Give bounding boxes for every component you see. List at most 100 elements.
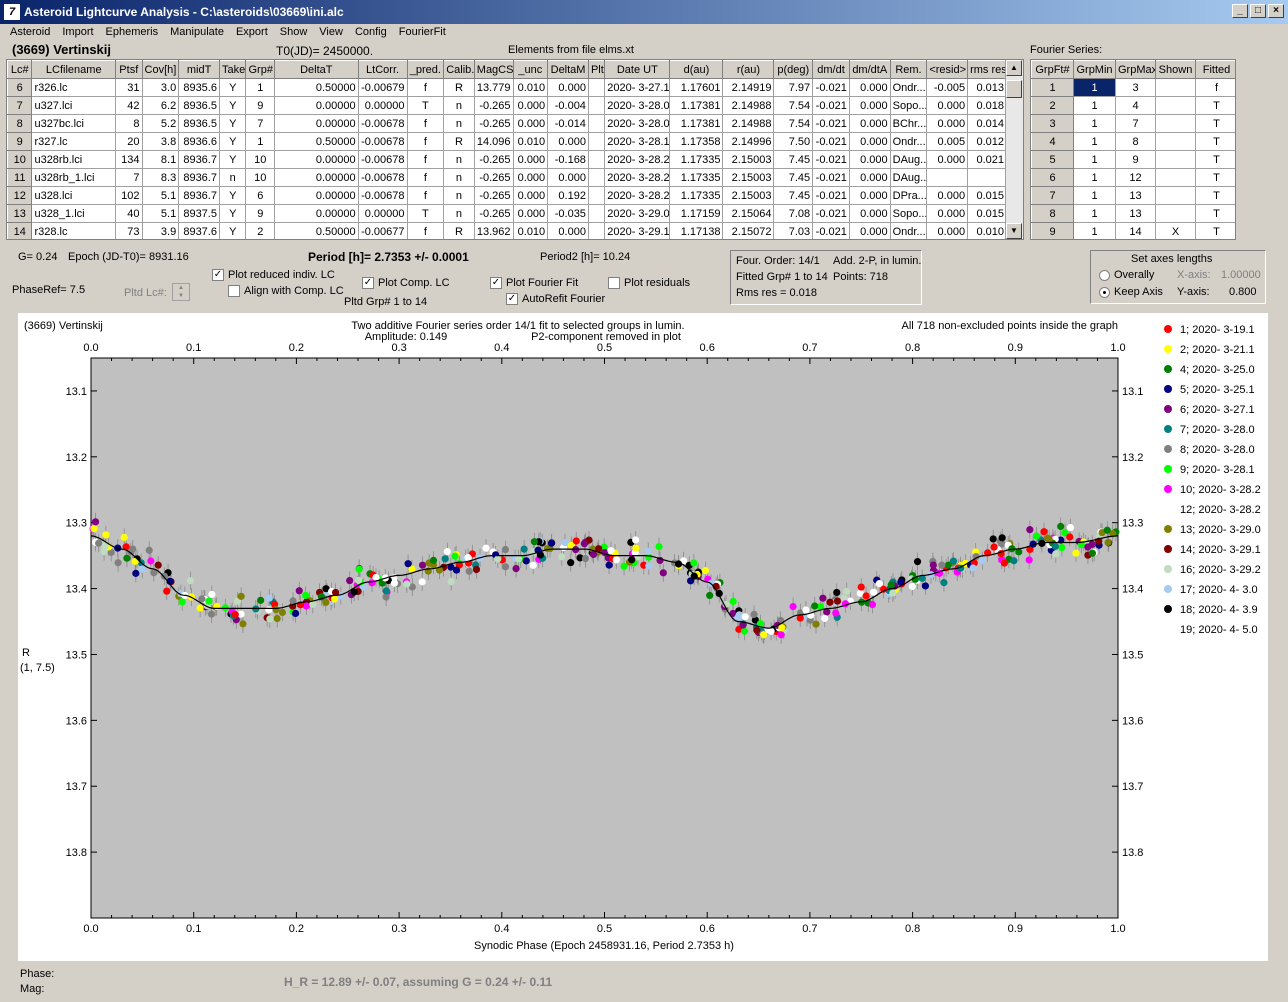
lc-cell[interactable]: -0.168 bbox=[547, 150, 589, 169]
lc-cell[interactable] bbox=[587, 150, 606, 169]
lc-cell[interactable]: 0.010 bbox=[967, 222, 1007, 239]
lc-column-header[interactable]: d(au) bbox=[669, 60, 724, 79]
lc-cell[interactable]: 0.018 bbox=[967, 96, 1007, 115]
lc-table-row[interactable]: 7 u327.lci 42 6.2 8936.5 Y 9 0.00000 0.00000 Tn -0… bbox=[7, 96, 1007, 115]
lc-cell[interactable]: 1.17159 bbox=[669, 204, 724, 223]
lc-table-row[interactable]: 10 u328rb.lci 134 8.1 8936.7 Y 10 0.00000 -0.006… bbox=[7, 150, 1007, 169]
lc-cell[interactable]: 8936.7 bbox=[178, 168, 220, 187]
plot-residuals-checkbox[interactable]: Plot residuals bbox=[608, 277, 690, 290]
lc-cell[interactable]: 10 bbox=[7, 150, 33, 169]
lc-cell[interactable]: 0.000 bbox=[547, 222, 589, 239]
fourier-series-table[interactable]: GrpFt# GrpMin GrpMax Shown Fitted 113f214T31… bbox=[1030, 59, 1236, 240]
lc-cell[interactable]: DAug... bbox=[889, 150, 928, 169]
lc-cell[interactable]: 7.54 bbox=[773, 96, 814, 115]
lc-column-header[interactable]: LCfilename bbox=[31, 60, 117, 79]
lc-cell[interactable]: Y bbox=[218, 150, 247, 169]
close-button[interactable]: × bbox=[1268, 4, 1284, 18]
lc-cell[interactable]: 0.000 bbox=[926, 204, 969, 223]
lc-cell[interactable]: Ondr... bbox=[889, 222, 928, 239]
lc-cell[interactable]: DAug... bbox=[889, 168, 928, 187]
lc-cell[interactable]: 20 bbox=[115, 132, 143, 151]
lc-column-header[interactable]: dm/dt bbox=[812, 60, 850, 79]
menu-view[interactable]: View bbox=[313, 26, 349, 38]
fourier-cell[interactable]: 1 bbox=[1073, 132, 1116, 151]
lc-cell[interactable]: 1 bbox=[245, 78, 276, 97]
lc-cell[interactable]: T bbox=[406, 204, 445, 223]
lc-cell[interactable]: 0.00000 bbox=[274, 168, 359, 187]
pltd-lc-spinner[interactable]: ▲ ▼ bbox=[172, 283, 190, 301]
lc-cell[interactable]: T bbox=[406, 96, 445, 115]
lc-cell[interactable]: Y bbox=[218, 114, 247, 133]
lc-cell[interactable]: n bbox=[443, 186, 475, 205]
lc-cell[interactable]: 2.15072 bbox=[722, 222, 775, 239]
lc-cell[interactable]: 0.00000 bbox=[274, 96, 359, 115]
fourier-cell[interactable]: 1 bbox=[1073, 222, 1116, 239]
menu-config[interactable]: Config bbox=[349, 26, 393, 38]
lc-cell[interactable]: f bbox=[406, 150, 445, 169]
fourier-cell[interactable]: 1 bbox=[1073, 96, 1116, 115]
lc-cell[interactable]: -0.035 bbox=[547, 204, 589, 223]
lc-cell[interactable]: 0.005 bbox=[926, 132, 969, 151]
lc-cell[interactable]: 0.000 bbox=[512, 150, 549, 169]
lc-cell[interactable]: 7.45 bbox=[773, 150, 814, 169]
lc-column-header[interactable]: DeltaT bbox=[274, 60, 359, 79]
lc-cell[interactable]: f bbox=[406, 186, 445, 205]
lc-cell[interactable]: 0.013 bbox=[967, 78, 1007, 97]
fourier-table-row[interactable]: 8 1 13 T bbox=[1031, 204, 1235, 223]
lc-column-header[interactable]: rms res bbox=[967, 60, 1007, 79]
menu-show[interactable]: Show bbox=[274, 26, 314, 38]
fourier-column-header[interactable]: Fitted bbox=[1195, 60, 1235, 79]
lc-cell[interactable]: -0.265 bbox=[473, 204, 514, 223]
lc-cell[interactable]: r327.lc bbox=[31, 132, 117, 151]
lc-column-header[interactable]: Rem. bbox=[889, 60, 928, 79]
fourier-cell[interactable] bbox=[1155, 96, 1196, 115]
lc-cell[interactable]: 3.9 bbox=[141, 222, 180, 239]
lc-cell[interactable] bbox=[587, 114, 606, 133]
fourier-cell[interactable]: 1 bbox=[1073, 78, 1116, 97]
lc-cell[interactable]: 10 bbox=[245, 150, 276, 169]
fourier-cell[interactable]: T bbox=[1195, 204, 1235, 223]
lc-cell[interactable]: 1.17335 bbox=[669, 168, 724, 187]
lc-cell[interactable] bbox=[967, 168, 1007, 187]
minimize-button[interactable]: _ bbox=[1232, 4, 1248, 18]
lc-cell[interactable]: 0.000 bbox=[926, 114, 969, 133]
lc-cell[interactable]: u327.lci bbox=[31, 96, 117, 115]
lc-cell[interactable] bbox=[587, 222, 606, 239]
lc-cell[interactable]: -0.021 bbox=[812, 204, 850, 223]
lc-cell[interactable]: Y bbox=[218, 204, 247, 223]
lc-cell[interactable]: 7.45 bbox=[773, 186, 814, 205]
lc-cell[interactable]: 10 bbox=[245, 168, 276, 187]
menu-asteroid[interactable]: Asteroid bbox=[4, 26, 56, 38]
lc-table-row[interactable]: 9 r327.lc 20 3.8 8936.6 Y 1 0.50000 -0.00678 f R 14… bbox=[7, 132, 1007, 151]
lc-cell[interactable]: BChr... bbox=[889, 114, 928, 133]
fourier-cell[interactable]: T bbox=[1195, 96, 1235, 115]
lc-cell[interactable]: 0.014 bbox=[967, 114, 1007, 133]
lc-cell[interactable]: -0.00679 bbox=[357, 78, 408, 97]
lc-column-header[interactable]: _unc bbox=[512, 60, 549, 79]
fourier-cell[interactable]: 1 bbox=[1073, 186, 1116, 205]
fourier-cell[interactable] bbox=[1155, 168, 1196, 187]
lc-cell[interactable]: 0.000 bbox=[547, 168, 589, 187]
lc-cell[interactable]: 0.00000 bbox=[274, 150, 359, 169]
lc-column-header[interactable]: _pred. bbox=[406, 60, 445, 79]
scroll-up-icon[interactable]: ▲ bbox=[1006, 60, 1022, 76]
lc-cell[interactable]: Y bbox=[218, 222, 247, 239]
lc-cell[interactable]: 2.15003 bbox=[722, 186, 775, 205]
lc-cell[interactable]: 40 bbox=[115, 204, 143, 223]
lc-cell[interactable]: u328rb.lci bbox=[31, 150, 117, 169]
fourier-cell[interactable]: X bbox=[1155, 222, 1196, 239]
lc-cell[interactable]: Ondr... bbox=[889, 78, 928, 97]
lc-cell[interactable]: Ondr... bbox=[889, 132, 928, 151]
lc-cell[interactable] bbox=[587, 168, 606, 187]
lc-cell[interactable]: 8935.6 bbox=[178, 78, 220, 97]
fourier-cell[interactable]: 1 bbox=[1073, 204, 1116, 223]
lc-cell[interactable]: 1.17358 bbox=[669, 132, 724, 151]
lc-cell[interactable]: u327bc.lci bbox=[31, 114, 117, 133]
fourier-cell[interactable] bbox=[1155, 132, 1196, 151]
lc-cell[interactable] bbox=[587, 96, 606, 115]
plot-fourier-checkbox[interactable]: ✓ Plot Fourier Fit bbox=[490, 277, 578, 290]
fourier-table-row[interactable]: 317 T bbox=[1031, 114, 1235, 133]
fourier-cell[interactable]: 1 bbox=[1073, 150, 1116, 169]
lc-cell[interactable]: 0.000 bbox=[926, 150, 969, 169]
lc-cell[interactable]: 0.021 bbox=[967, 150, 1007, 169]
